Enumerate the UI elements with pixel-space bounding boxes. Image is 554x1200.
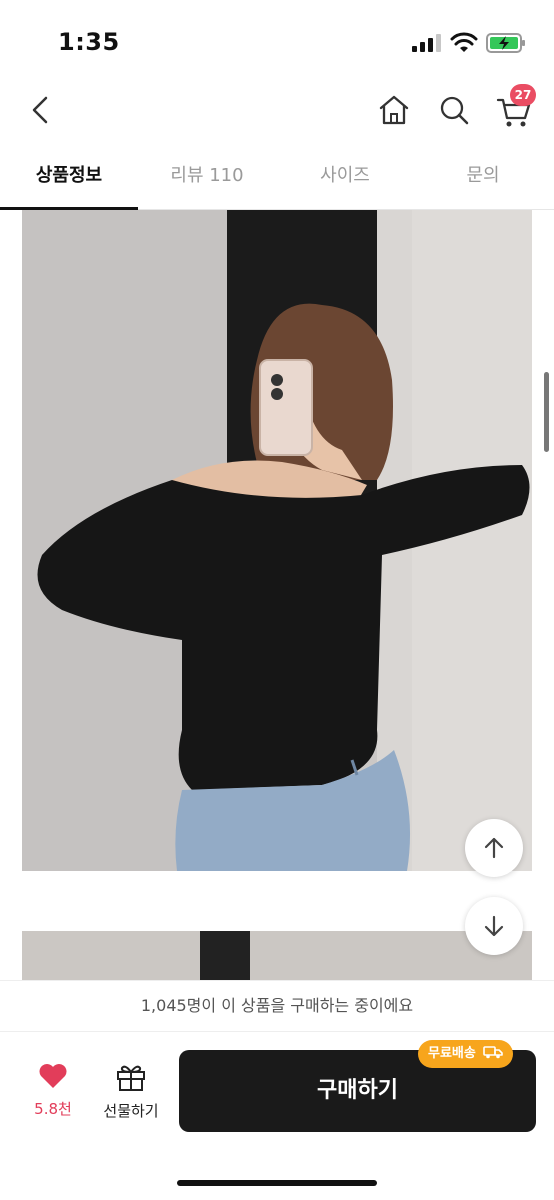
tab-product-info[interactable]: 상품정보: [0, 150, 138, 210]
gift-label: 선물하기: [103, 1102, 159, 1120]
gift-button[interactable]: 선물하기: [96, 1062, 166, 1126]
heart-icon: [39, 1064, 67, 1088]
like-button[interactable]: 5.8천: [22, 1062, 84, 1126]
truck-icon: [483, 1046, 504, 1059]
product-photo-2: [22, 931, 532, 980]
like-count: 5.8천: [34, 1100, 72, 1118]
cellular-signal-icon: [412, 34, 441, 52]
free-shipping-badge: 무료배송: [418, 1040, 514, 1068]
product-photo: [22, 210, 532, 871]
free-shipping-label: 무료배송: [428, 1046, 476, 1061]
home-indicator: [177, 1180, 377, 1186]
arrow-up-icon: [484, 837, 504, 859]
search-icon[interactable]: [436, 90, 472, 130]
status-bar: 1:35: [0, 0, 554, 88]
tab-inquiry[interactable]: 문의: [414, 150, 552, 210]
status-time: 1:35: [58, 28, 120, 56]
back-icon[interactable]: [26, 90, 56, 130]
home-icon[interactable]: [376, 90, 412, 130]
product-tabs: 상품정보 리뷰 110 사이즈 문의: [0, 150, 554, 210]
app-header: [0, 80, 554, 140]
bottom-action-bar: 5.8천 선물하기 구매하기 무료배송: [0, 1032, 554, 1200]
arrow-down-icon: [484, 915, 504, 937]
cart-count-badge: 27: [510, 84, 536, 106]
wifi-icon: [450, 32, 478, 52]
scroll-up-button[interactable]: [465, 819, 523, 877]
purchase-activity-notice: 1,045명이 이 상품을 구매하는 중이에요: [0, 980, 554, 1032]
tab-size[interactable]: 사이즈: [276, 150, 414, 210]
tab-reviews[interactable]: 리뷰 110: [138, 150, 276, 210]
battery-charging-icon: [486, 33, 525, 53]
scroll-down-button[interactable]: [465, 897, 523, 955]
gift-icon: [117, 1065, 145, 1091]
scroll-indicator[interactable]: [544, 372, 549, 452]
